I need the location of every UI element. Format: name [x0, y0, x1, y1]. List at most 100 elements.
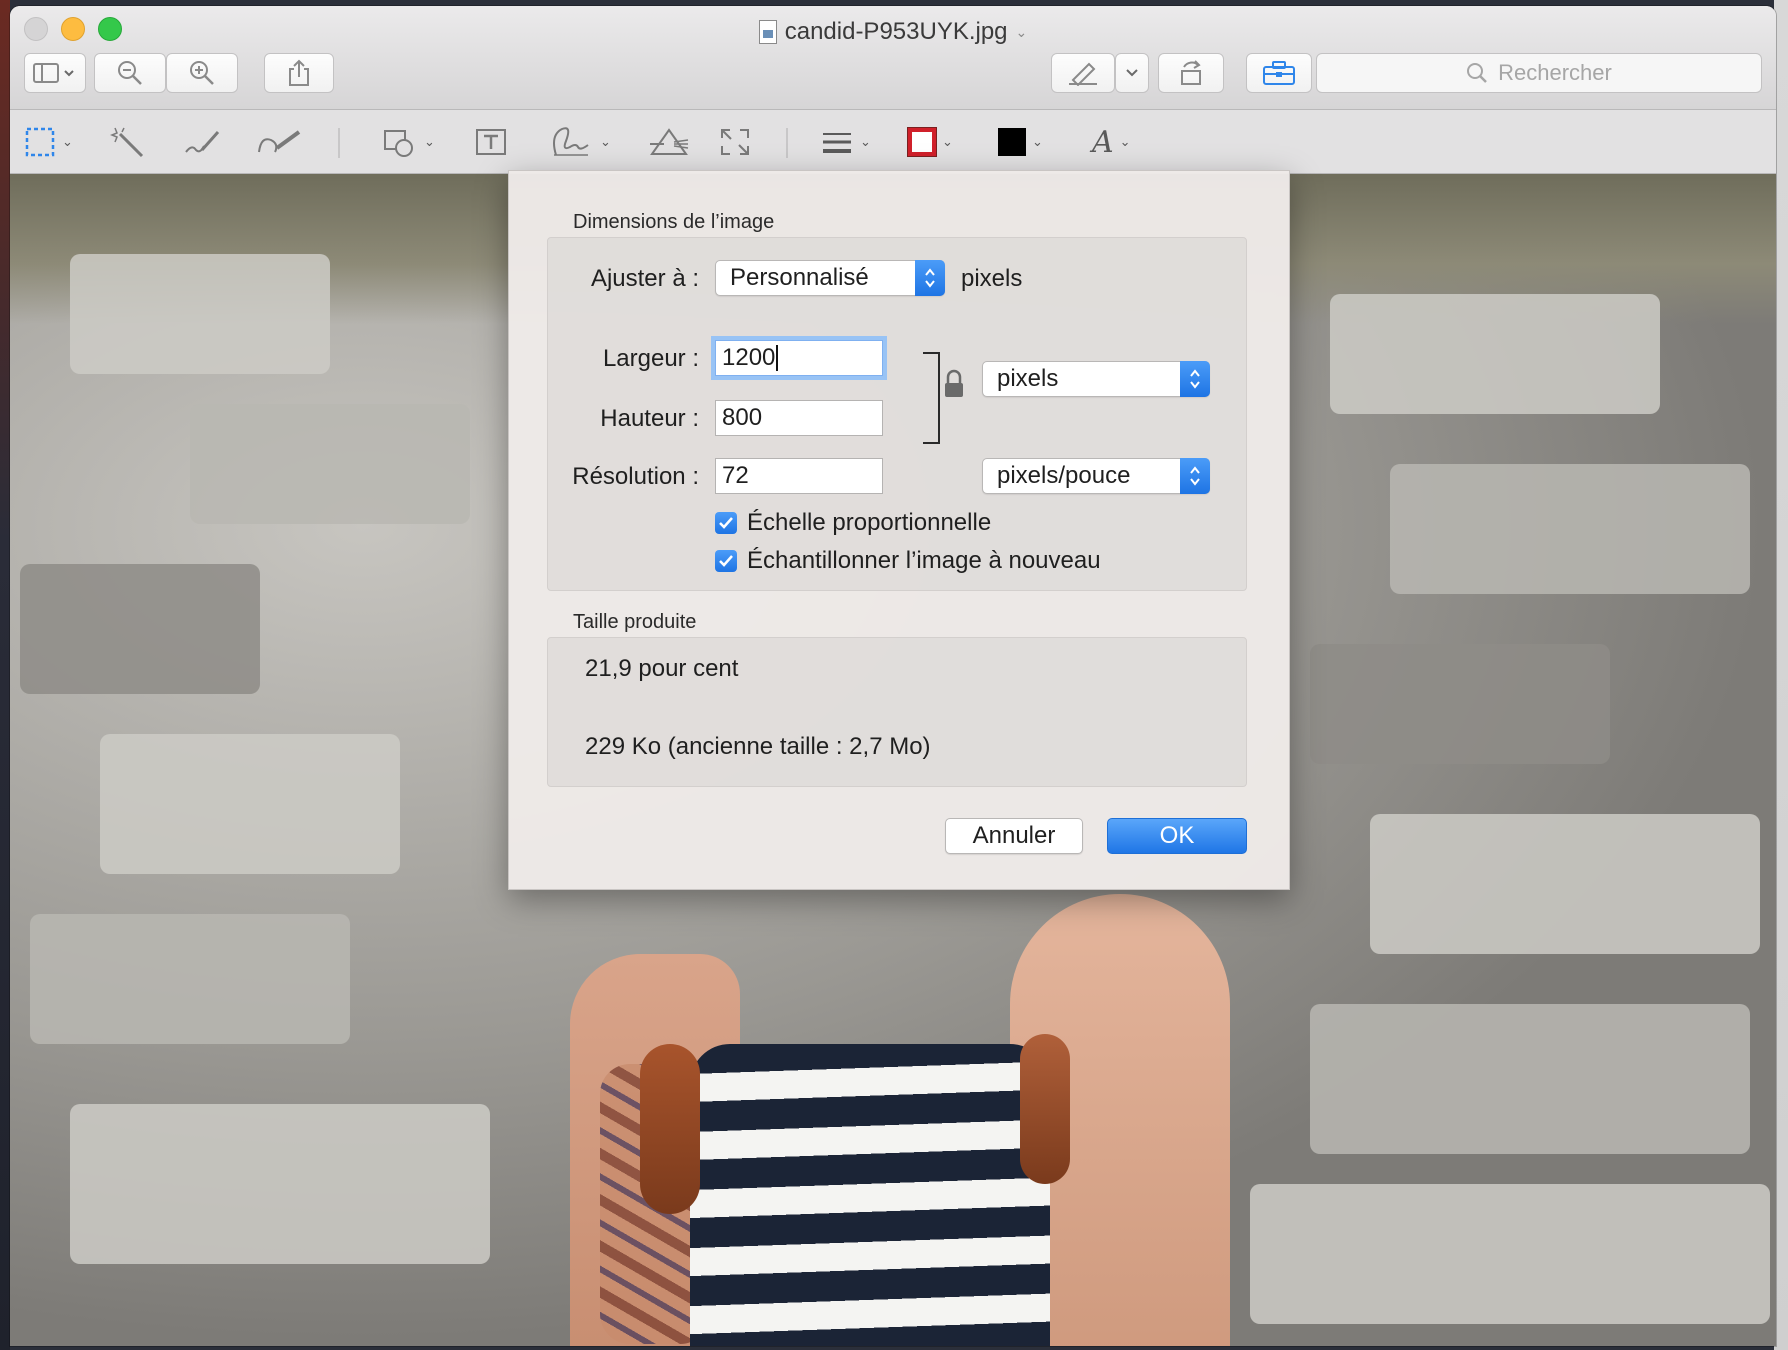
- adjust-size-dialog: Dimensions de l’image Ajuster à : Person…: [508, 170, 1290, 890]
- chevron-down-icon: ⌄: [424, 134, 435, 149]
- toolbox-icon: [1263, 61, 1295, 85]
- fill-color-button[interactable]: ⌄: [998, 124, 1043, 160]
- share-icon: [289, 59, 309, 86]
- sidebar-toggle-button[interactable]: [24, 53, 86, 93]
- border-color-button[interactable]: ⌄: [907, 124, 953, 160]
- ok-button[interactable]: OK: [1107, 818, 1247, 854]
- sketch-tool-button[interactable]: [182, 124, 222, 160]
- height-field[interactable]: 800: [715, 400, 883, 436]
- resolution-value: 72: [722, 462, 749, 489]
- photo-stone: [30, 914, 350, 1044]
- signature-tool-button[interactable]: ⌄: [548, 124, 611, 160]
- width-value: 1200: [722, 344, 776, 371]
- text-box-icon: [476, 129, 506, 155]
- photo-stone: [70, 1104, 490, 1264]
- adjust-color-button[interactable]: [648, 124, 690, 160]
- chevron-down-icon: ⌄: [600, 134, 611, 149]
- draw-tool-button[interactable]: [255, 124, 305, 160]
- sidebar-icon: [33, 63, 74, 83]
- width-field[interactable]: 1200: [715, 340, 883, 376]
- text-tool-button[interactable]: [474, 124, 508, 160]
- resize-icon: [721, 129, 749, 155]
- resolution-unit-popup[interactable]: pixels/pouce: [982, 458, 1210, 494]
- photo-stone: [70, 254, 330, 374]
- signature-icon: [553, 127, 589, 156]
- zoom-in-icon: [190, 61, 214, 85]
- search-field[interactable]: Rechercher: [1316, 53, 1762, 93]
- selection-tool-button[interactable]: ⌄: [24, 124, 73, 160]
- resample-checkbox[interactable]: Échantillonner l’image à nouveau: [715, 547, 1101, 575]
- zoom-in-button[interactable]: [166, 53, 238, 93]
- share-button[interactable]: [264, 53, 334, 93]
- height-label: Hauteur :: [600, 405, 699, 432]
- text-style-button[interactable]: A ⌄: [1092, 124, 1131, 160]
- height-value: 800: [722, 404, 763, 431]
- photo-person: [570, 894, 1230, 1346]
- popup-arrows-icon: [1180, 458, 1210, 494]
- instant-alpha-button[interactable]: [110, 124, 146, 160]
- resample-label: Échantillonner l’image à nouveau: [747, 547, 1101, 574]
- desktop-background-left: [0, 0, 10, 1350]
- fit-label: Ajuster à :: [590, 265, 699, 292]
- resolution-label: Résolution :: [572, 463, 699, 490]
- chevron-down-icon: ⌄: [62, 134, 73, 149]
- scale-proportionally-checkbox[interactable]: Échelle proportionnelle: [715, 509, 991, 537]
- resolution-field[interactable]: 72: [715, 458, 883, 494]
- markup-menu-button[interactable]: [1115, 53, 1149, 93]
- prism-icon: [650, 128, 689, 155]
- toolbar-divider: [786, 128, 788, 158]
- checkmark-icon: [715, 512, 737, 534]
- fit-unit-label: pixels: [961, 265, 1023, 292]
- chevron-down-icon: ⌄: [860, 134, 871, 149]
- cancel-button[interactable]: Annuler: [945, 818, 1083, 854]
- lock-ratio-toggle[interactable]: [921, 351, 969, 445]
- adjust-size-button[interactable]: [718, 124, 752, 160]
- photo-stone: [1370, 814, 1760, 954]
- document-icon: [758, 20, 777, 44]
- shapes-tool-button[interactable]: ⌄: [382, 124, 435, 160]
- photo-stone: [20, 564, 260, 694]
- chevron-down-icon: [1126, 69, 1138, 77]
- title-bar: candid-P953UYK.jpg ⌄ Rechercher: [10, 6, 1776, 110]
- preview-window: candid-P953UYK.jpg ⌄ Rechercher ⌄ ⌄ ⌄ ⌄ …: [10, 6, 1776, 1346]
- window-title: candid-P953UYK.jpg: [784, 18, 1008, 45]
- fit-popup[interactable]: Personnalisé: [715, 260, 945, 296]
- chevron-down-icon: ⌄: [1119, 134, 1131, 149]
- photo-stone: [1390, 464, 1750, 594]
- result-percent: 21,9 pour cent: [585, 655, 739, 682]
- popup-arrows-icon: [1180, 361, 1210, 397]
- line-style-icon: [823, 133, 851, 153]
- line-style-button[interactable]: ⌄: [820, 124, 871, 160]
- photo-stone: [1310, 1004, 1750, 1154]
- photo-stone: [190, 404, 470, 524]
- chevron-down-icon: ⌄: [1032, 134, 1043, 149]
- search-placeholder: Rechercher: [1498, 60, 1612, 85]
- photo-hair: [640, 1044, 700, 1214]
- rotate-button[interactable]: [1158, 53, 1224, 93]
- lock-icon: [945, 369, 963, 397]
- window-title-area[interactable]: candid-P953UYK.jpg ⌄: [10, 18, 1776, 46]
- photo-striped-shirt: [690, 1044, 1050, 1346]
- popup-arrows-icon: [915, 260, 945, 296]
- rotate-icon: [1181, 60, 1201, 85]
- zoom-out-icon: [118, 61, 142, 85]
- markup-pen-button[interactable]: [1051, 53, 1115, 93]
- markup-toolbar-toggle-button[interactable]: [1246, 53, 1312, 93]
- fit-popup-value: Personnalisé: [730, 264, 869, 291]
- photo-stone: [1250, 1184, 1770, 1324]
- draw-icon: [258, 130, 301, 153]
- pen-icon: [1069, 62, 1097, 86]
- zoom-out-button[interactable]: [94, 53, 166, 93]
- rectangular-selection-icon: [25, 127, 55, 157]
- chevron-down-icon: ⌄: [942, 134, 953, 149]
- checkmark-icon: [715, 550, 737, 572]
- width-label: Largeur :: [602, 345, 699, 372]
- font-icon: A: [1092, 124, 1114, 160]
- size-unit-popup[interactable]: pixels: [982, 361, 1210, 397]
- search-icon: [1467, 63, 1488, 83]
- photo-stone: [1330, 294, 1660, 414]
- photo-stone: [1310, 644, 1610, 764]
- dimensions-group-label: Dimensions de l’image: [573, 211, 775, 233]
- resolution-unit-value: pixels/pouce: [997, 462, 1131, 489]
- result-group-label: Taille produite: [573, 611, 697, 633]
